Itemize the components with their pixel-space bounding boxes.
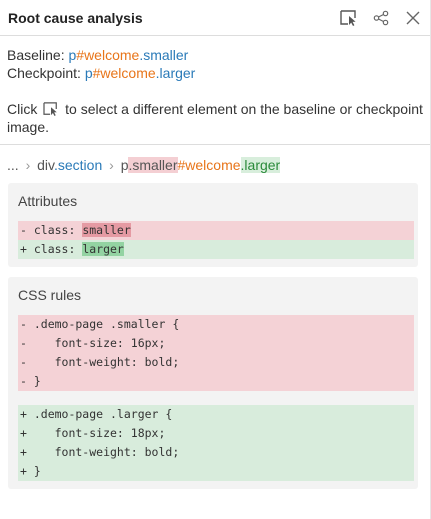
diff-line-text: - class: [20, 223, 83, 237]
header-actions [340, 9, 422, 27]
panel-header: Root cause analysis [0, 0, 430, 36]
breadcrumb-separator: › [25, 157, 31, 173]
hint-text-after: to select a different element on the bas… [7, 101, 423, 135]
css-added-line: + font-size: 18px; [18, 424, 414, 443]
baseline-class: .smaller [139, 47, 189, 63]
breadcrumb-item-current[interactable]: p.smaller#welcome.larger [121, 157, 281, 173]
breadcrumb-item-parent[interactable]: div.section [37, 157, 102, 173]
checkpoint-class: .larger [155, 65, 196, 81]
attributes-title: Attributes [18, 193, 78, 209]
element-info: Baseline: p#welcome.smaller Checkpoint: … [0, 36, 430, 145]
breadcrumb-separator: › [109, 157, 114, 173]
baseline-label: Baseline: [7, 47, 69, 63]
css-added-line: + .demo-page .larger { [18, 405, 414, 424]
hint-text-before: Click [7, 101, 42, 117]
attribute-added-line: + class: larger [18, 240, 414, 259]
added-value: larger [82, 242, 124, 256]
css-removed-line: - font-weight: bold; [18, 353, 414, 372]
select-element-icon [43, 102, 58, 116]
close-icon [406, 11, 420, 24]
diff-line-text: + class: [20, 242, 83, 256]
checkpoint-line: Checkpoint: p#welcome.larger [7, 64, 423, 82]
share-icon [373, 10, 389, 25]
select-element-button[interactable] [340, 9, 358, 27]
css-removed-line: - .demo-page .smaller { [18, 315, 414, 334]
attribute-removed-line: - class: smaller [18, 221, 414, 240]
attributes-diff: - class: smaller + class: larger [18, 221, 414, 259]
breadcrumb-parent-class: .section [53, 157, 103, 173]
breadcrumb-ellipsis[interactable]: ... [7, 157, 19, 173]
breadcrumb-current-id: #welcome [177, 157, 241, 173]
share-button[interactable] [372, 9, 390, 27]
css-removed-line: - font-size: 16px; [18, 334, 414, 353]
checkpoint-label: Checkpoint: [7, 65, 85, 81]
breadcrumb-parent-tag: div [37, 157, 54, 173]
selection-hint: Click to select a different element on t… [7, 100, 423, 136]
attributes-panel: Attributes - class: smaller + class: lar… [8, 183, 418, 267]
css-removed-line: - } [18, 372, 414, 391]
removed-value: smaller [82, 223, 131, 237]
breadcrumb: ... › div.section › p.smaller#welcome.la… [0, 145, 430, 183]
checkpoint-tag: p [84, 65, 93, 81]
baseline-line: Baseline: p#welcome.smaller [7, 46, 423, 64]
baseline-id: #welcome [76, 47, 140, 63]
css-rules-title: CSS rules [18, 287, 82, 303]
css-added-line: + font-weight: bold; [18, 443, 414, 462]
select-element-icon [340, 9, 356, 26]
close-button[interactable] [404, 9, 422, 27]
breadcrumb-added-class: .larger [240, 157, 281, 173]
checkpoint-id: #welcome [92, 65, 156, 81]
css-rules-panel: CSS rules - .demo-page .smaller { - font… [8, 277, 418, 489]
breadcrumb-removed-class: .smaller [128, 157, 178, 173]
panel-title: Root cause analysis [8, 9, 143, 26]
css-added-line: + } [18, 462, 414, 481]
css-rules-diff: - .demo-page .smaller { - font-size: 16p… [18, 315, 414, 481]
